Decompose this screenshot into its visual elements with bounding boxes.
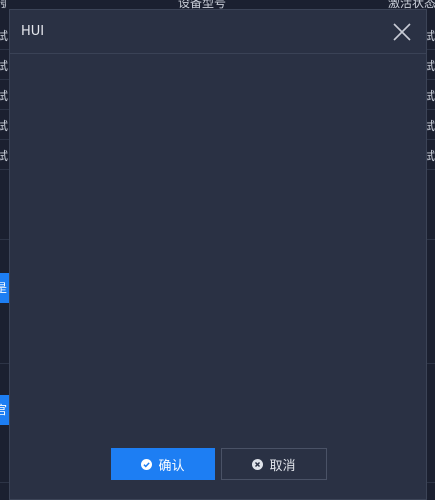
dialog-title: HUI [21, 24, 45, 39]
bg-row-right-text: 试 [427, 119, 435, 133]
x-circle-icon [252, 458, 264, 470]
dialog-header: HUI [10, 10, 426, 54]
confirm-label: 确认 [158, 458, 185, 474]
confirm-button[interactable]: 确认 [111, 448, 215, 480]
cancel-label: 取消 [269, 458, 296, 474]
bg-row-right-text: 试 [427, 29, 435, 43]
close-button[interactable] [392, 22, 412, 42]
bg-action-chip[interactable]: 是 [0, 273, 9, 303]
bg-row-right-text: 试 [427, 59, 435, 73]
bg-action-chip[interactable]: 官 [0, 395, 9, 425]
check-circle-icon [141, 458, 153, 470]
bg-row-right-text: 试 [427, 149, 435, 163]
bg-row-right-text: 试 [427, 89, 435, 103]
cancel-button[interactable]: 取消 [221, 448, 327, 480]
bg-header-left: 號 [0, 0, 6, 11]
dialog-body [10, 54, 426, 434]
close-icon [393, 23, 411, 41]
dialog: HUI 确认 取消 [9, 9, 427, 500]
